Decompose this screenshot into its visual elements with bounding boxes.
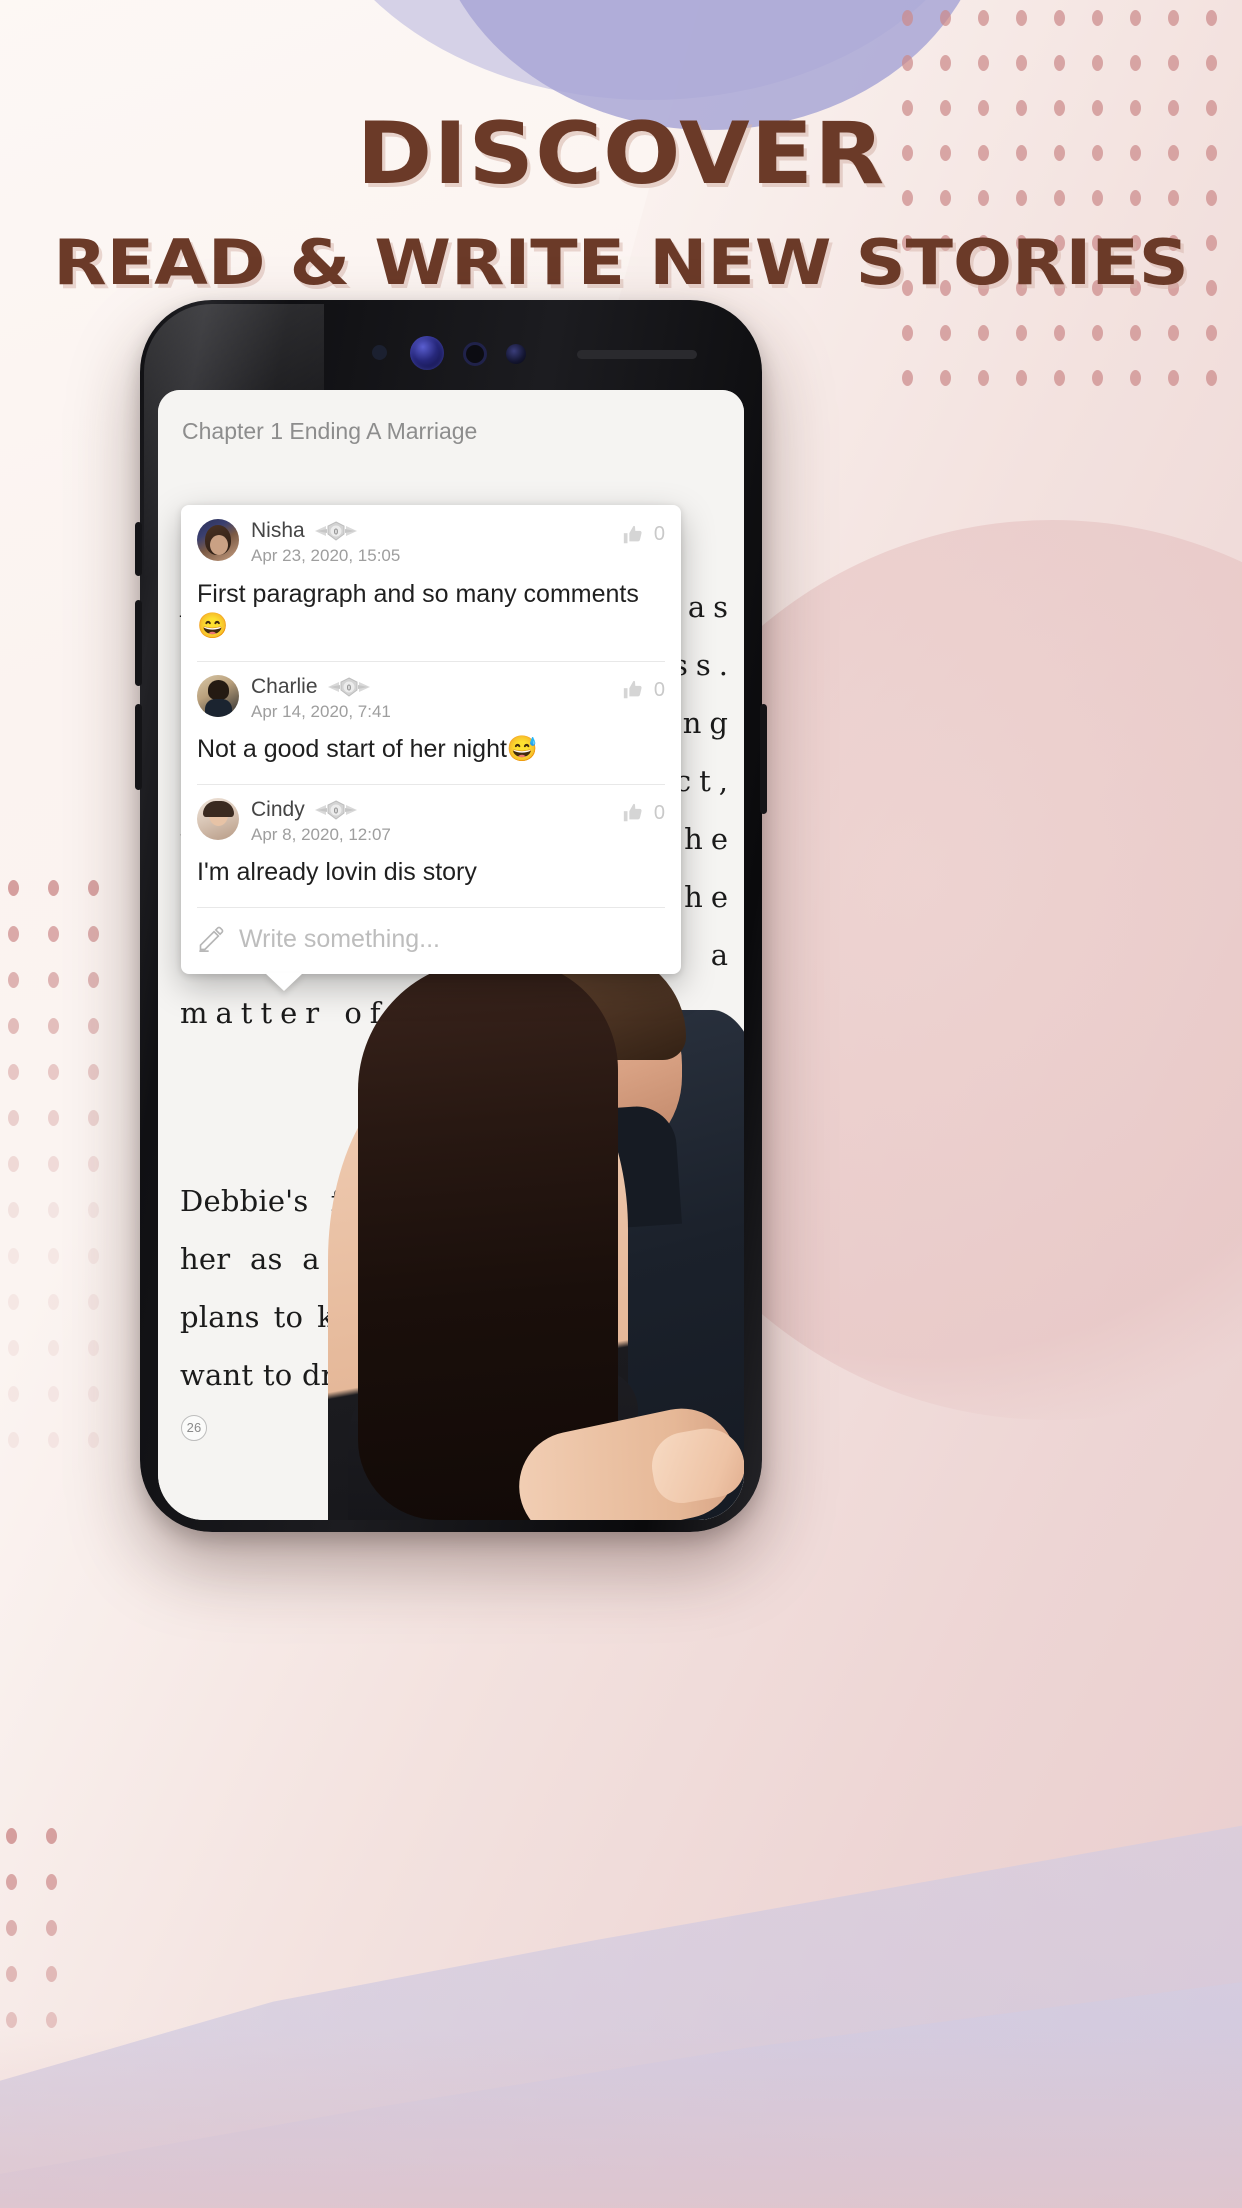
comment-meta: Charlie 0 Apr 14, 2020, 7:41 bbox=[251, 675, 612, 723]
avatar[interactable] bbox=[197, 797, 239, 840]
promo-headline: DISCOVER READ & WRITE NEW STORIES bbox=[0, 104, 1242, 299]
svg-text:0: 0 bbox=[333, 806, 338, 815]
dot-grid-left bbox=[0, 880, 150, 1500]
comment-meta: Nisha 0 Apr 23, 2020, 15:05 bbox=[251, 519, 612, 567]
comment-timestamp: Apr 14, 2020, 7:41 bbox=[251, 701, 391, 721]
proximity-sensor-icon bbox=[372, 345, 387, 360]
comment-header: Cindy 0 Apr 8, 2020, 12:07 0 bbox=[197, 797, 665, 846]
chapter-title: Chapter 1 Ending A Marriage bbox=[182, 418, 478, 444]
comment-name-row: Charlie 0 bbox=[251, 675, 612, 699]
earpiece-speaker bbox=[577, 350, 697, 359]
dot-grid-bottom-left bbox=[0, 1828, 120, 2088]
comment-text: Not a good start of her night😅 bbox=[197, 733, 665, 766]
comments-popup[interactable]: Nisha 0 Apr 23, 2020, 15:05 0 First para… bbox=[181, 505, 681, 974]
comment-header: Charlie 0 Apr 14, 2020, 7:41 0 bbox=[197, 674, 665, 723]
phone-button-volume-down[interactable] bbox=[135, 704, 142, 790]
winged-level-badge-icon: 0 bbox=[313, 521, 359, 541]
background-bottom-tint bbox=[0, 2028, 1242, 2208]
comment-text: First paragraph and so many comments 😄 bbox=[197, 578, 665, 643]
comment-body: First paragraph and so many comments bbox=[197, 579, 639, 608]
headline-title: DISCOVER bbox=[356, 104, 886, 204]
avatar[interactable] bbox=[197, 674, 239, 717]
comment-count-badge[interactable]: 26 bbox=[181, 1415, 207, 1442]
comment-name-row: Cindy 0 bbox=[251, 798, 612, 822]
phone-button-bixby[interactable] bbox=[135, 522, 142, 576]
comment-name-row: Nisha 0 bbox=[251, 519, 612, 543]
comment-like-button[interactable]: 0 bbox=[622, 675, 665, 702]
comment-text: I'm already lovin dis story bbox=[197, 856, 665, 889]
comment-item[interactable]: Nisha 0 Apr 23, 2020, 15:05 0 First para… bbox=[181, 505, 681, 661]
comment-meta: Cindy 0 Apr 8, 2020, 12:07 bbox=[251, 798, 612, 846]
comment-item[interactable]: Charlie 0 Apr 14, 2020, 7:41 0 Not a goo… bbox=[181, 660, 681, 784]
phone-mockup: Chapter 1 Ending A Marriage At 20, Debbi… bbox=[135, 300, 767, 1532]
comment-like-count: 0 bbox=[653, 523, 665, 545]
front-camera-ring-icon bbox=[463, 342, 487, 366]
comment-emoji: 😅 bbox=[506, 735, 539, 764]
story-paragraph-2[interactable]: Debbie's father had never treated her as… bbox=[180, 1172, 736, 1462]
comment-like-button[interactable]: 0 bbox=[622, 519, 665, 546]
screen-bottom-fade bbox=[158, 1480, 744, 1520]
front-camera-icon bbox=[506, 344, 526, 364]
svg-text:0: 0 bbox=[346, 683, 351, 692]
story-paragraph-2-text: Debbie's father had never treated her as… bbox=[180, 1184, 736, 1392]
svg-text:0: 0 bbox=[333, 528, 338, 537]
comment-input-placeholder[interactable]: Write something... bbox=[239, 925, 440, 954]
comment-input-row[interactable]: Write something... bbox=[181, 906, 681, 974]
thumbs-up-icon bbox=[622, 802, 644, 824]
comment-author[interactable]: Charlie bbox=[251, 675, 318, 699]
avatar[interactable] bbox=[197, 519, 239, 561]
comment-like-count: 0 bbox=[653, 678, 665, 701]
comment-like-button[interactable]: 0 bbox=[622, 798, 665, 825]
thumbs-up-icon bbox=[622, 679, 644, 701]
phone-button-power[interactable] bbox=[760, 704, 767, 814]
comment-timestamp: Apr 23, 2020, 15:05 bbox=[251, 546, 401, 566]
pencil-icon bbox=[197, 925, 225, 953]
phone-button-volume-up[interactable] bbox=[135, 600, 142, 686]
comment-header: Nisha 0 Apr 23, 2020, 15:05 0 bbox=[197, 519, 665, 567]
comment-body: I'm already lovin dis story bbox=[197, 858, 477, 887]
iris-scanner-icon bbox=[410, 336, 444, 370]
comment-emoji: 😄 bbox=[197, 612, 229, 641]
headline-subtitle: READ & WRITE NEW STORIES bbox=[53, 226, 1189, 299]
comment-author[interactable]: Cindy bbox=[251, 798, 305, 822]
winged-level-badge-icon: 0 bbox=[326, 677, 372, 697]
thumbs-up-icon bbox=[622, 524, 644, 546]
comment-body: Not a good start of her night bbox=[197, 735, 507, 764]
comment-timestamp: Apr 8, 2020, 12:07 bbox=[251, 824, 391, 844]
phone-screen: Chapter 1 Ending A Marriage At 20, Debbi… bbox=[158, 390, 744, 1520]
comment-like-count: 0 bbox=[653, 801, 665, 824]
comment-item[interactable]: Cindy 0 Apr 8, 2020, 12:07 0 I'm already… bbox=[181, 783, 681, 907]
winged-level-badge-icon: 0 bbox=[313, 800, 359, 820]
comment-author[interactable]: Nisha bbox=[251, 519, 305, 543]
